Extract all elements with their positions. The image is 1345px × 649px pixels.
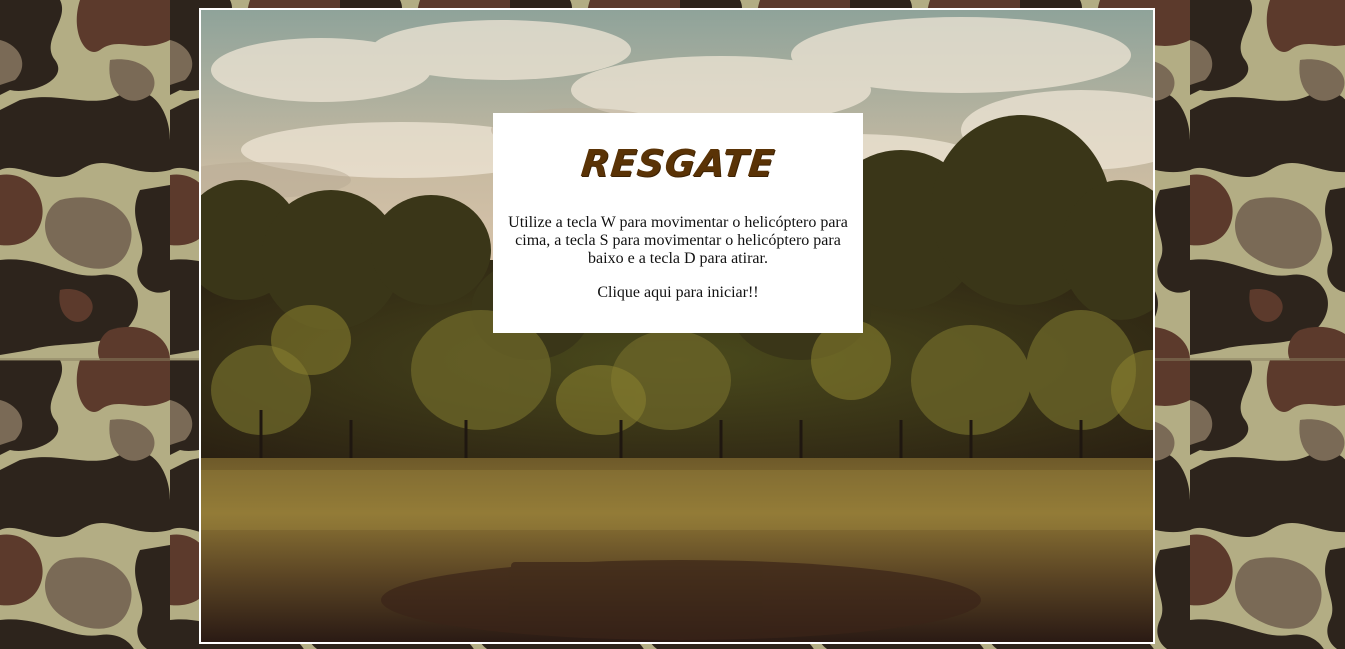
start-game-link[interactable]: Clique aqui para iniciar!! [597,284,758,302]
start-panel[interactable]: RESGATE Utilize a tecla W para movimenta… [493,113,863,333]
game-canvas[interactable]: RESGATE Utilize a tecla W para movimenta… [199,8,1155,644]
instructions-text: Utilize a tecla W para movimentar o heli… [508,214,848,267]
game-title: RESGATE [579,142,778,185]
